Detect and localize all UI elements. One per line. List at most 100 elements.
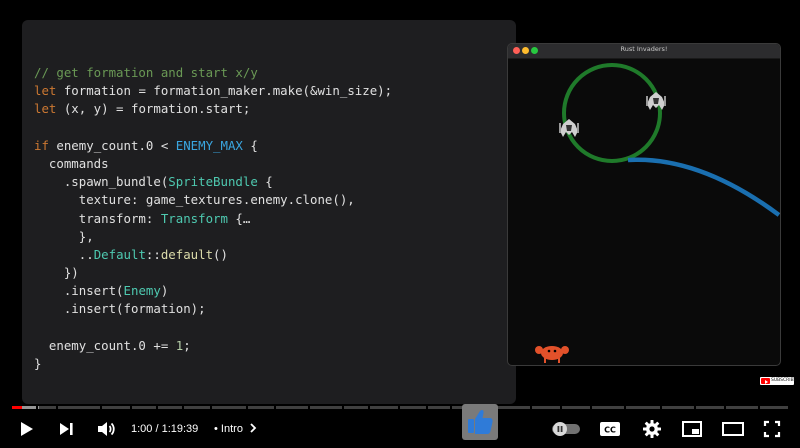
volume-button[interactable] <box>92 410 120 448</box>
code-token: Transform <box>160 210 228 226</box>
code-token: } <box>34 356 42 371</box>
code-line: let formation = formation_maker.make(&wi… <box>34 82 392 100</box>
chapter-marker <box>450 406 452 409</box>
played-bar <box>12 406 22 409</box>
play-button[interactable] <box>12 410 40 448</box>
miniplayer-icon <box>682 421 702 437</box>
chapter-marker <box>100 406 102 409</box>
chapter-marker <box>590 406 592 409</box>
fullscreen-icon <box>763 420 781 438</box>
chapter-button[interactable]: • Intro <box>214 410 258 448</box>
chapter-marker <box>398 406 400 409</box>
next-icon <box>60 423 73 435</box>
code-line: .insert(Enemy) <box>34 282 392 300</box>
code-token: if <box>34 137 57 153</box>
chapter-marker <box>624 406 626 409</box>
enemy-ship-icon <box>646 92 666 110</box>
chapter-marker <box>758 406 760 409</box>
youtube-logo-icon <box>761 378 770 384</box>
code-line: // get formation and start x/y <box>34 64 392 82</box>
autoplay-toggle[interactable] <box>548 410 584 448</box>
code-token: enemy_count.0 < <box>56 137 176 153</box>
code-token: (x, y) = formation.start; <box>63 101 251 117</box>
captions-button[interactable]: CC <box>596 410 624 448</box>
code-line: }) <box>34 264 392 282</box>
chapter-marker <box>210 406 212 409</box>
captions-icon: CC <box>600 422 620 436</box>
time-display: 1:00 / 1:19:39 <box>131 423 199 435</box>
code-token: .spawn_bundle( <box>34 174 169 190</box>
code-token: }, <box>34 228 94 244</box>
chapter-marker <box>182 406 184 409</box>
code-token: ; <box>183 337 191 353</box>
code-token: transform: <box>34 210 161 226</box>
code-listing: // get formation and start x/y let format… <box>34 64 392 373</box>
formation-circle <box>562 63 662 163</box>
chapter-marker <box>36 406 38 409</box>
chapter-marker <box>156 406 158 409</box>
subscribe-watermark[interactable]: SUBSCRIBE <box>760 377 797 385</box>
game-canvas <box>535 63 780 363</box>
code-token: { <box>242 137 258 153</box>
code-line: }, <box>34 228 392 246</box>
code-line: if enemy_count.0 < ENEMY_MAX { <box>34 137 392 155</box>
next-button[interactable] <box>52 410 80 448</box>
theater-mode-icon <box>722 422 744 436</box>
code-token: .insert(formation); <box>34 301 206 317</box>
code-token: texture: game_textures.enemy.clone(), <box>34 192 355 208</box>
code-token: // get formation and start x/y <box>34 65 258 80</box>
chapter-marker <box>426 406 428 409</box>
chapter-marker <box>130 406 132 409</box>
window-title: Rust Invaders! <box>620 45 668 53</box>
code-line: let (x, y) = formation.start; <box>34 100 392 118</box>
code-token: enemy_count.0 += <box>34 337 176 353</box>
enemy-path <box>627 157 780 217</box>
code-token: commands <box>34 155 109 171</box>
code-token: () <box>213 246 228 262</box>
code-token: formation = formation_maker.make(&win_si… <box>63 83 393 99</box>
theater-mode-button[interactable] <box>718 410 748 448</box>
chapter-marker <box>246 406 248 409</box>
volume-icon <box>98 422 115 436</box>
code-token: SpriteBundle <box>168 174 258 190</box>
code-token: let <box>34 101 64 117</box>
chapter-marker <box>724 406 726 409</box>
code-line: .insert(formation); <box>34 300 392 318</box>
miniplayer-button[interactable] <box>678 410 706 448</box>
chevron-right-icon <box>250 423 257 433</box>
svg-text:CC: CC <box>604 426 616 435</box>
code-line: texture: game_textures.enemy.clone(), <box>34 191 392 209</box>
code-token: ENEMY_MAX <box>175 137 243 153</box>
chapter-marker <box>368 406 370 409</box>
code-token: { <box>257 174 273 190</box>
chapter-marker <box>342 406 344 409</box>
code-token: Enemy <box>123 283 161 299</box>
window-titlebar: Rust Invaders! <box>508 44 780 59</box>
video-player[interactable]: // get formation and start x/y let format… <box>0 0 800 404</box>
fullscreen-button[interactable] <box>758 410 786 448</box>
player-crab-icon <box>535 346 569 363</box>
code-token: }) <box>34 265 79 281</box>
code-token: :: <box>145 246 161 262</box>
chapter-marker <box>560 406 562 409</box>
code-line: commands <box>34 155 392 173</box>
autoplay-toggle-icon <box>552 422 580 436</box>
progress-bar[interactable] <box>12 406 788 409</box>
code-line: } <box>34 355 392 373</box>
enemy-ship-icon <box>559 119 579 137</box>
chapter-separator: • <box>214 423 218 435</box>
chapter-marker <box>274 406 276 409</box>
settings-button[interactable] <box>638 410 666 448</box>
code-token: Default <box>93 246 146 262</box>
code-line: transform: Transform {… <box>34 210 392 228</box>
code-line: .spawn_bundle(SpriteBundle { <box>34 173 392 191</box>
player-controls: 1:00 / 1:19:39 • Intro CC <box>0 410 800 448</box>
chapter-marker <box>660 406 662 409</box>
chapter-marker <box>56 406 58 409</box>
subscribe-label: SUBSCRIBE <box>771 378 797 383</box>
code-token: ) <box>160 283 169 299</box>
code-line: enemy_count.0 += 1; <box>34 337 392 355</box>
code-token: {… <box>227 210 251 226</box>
